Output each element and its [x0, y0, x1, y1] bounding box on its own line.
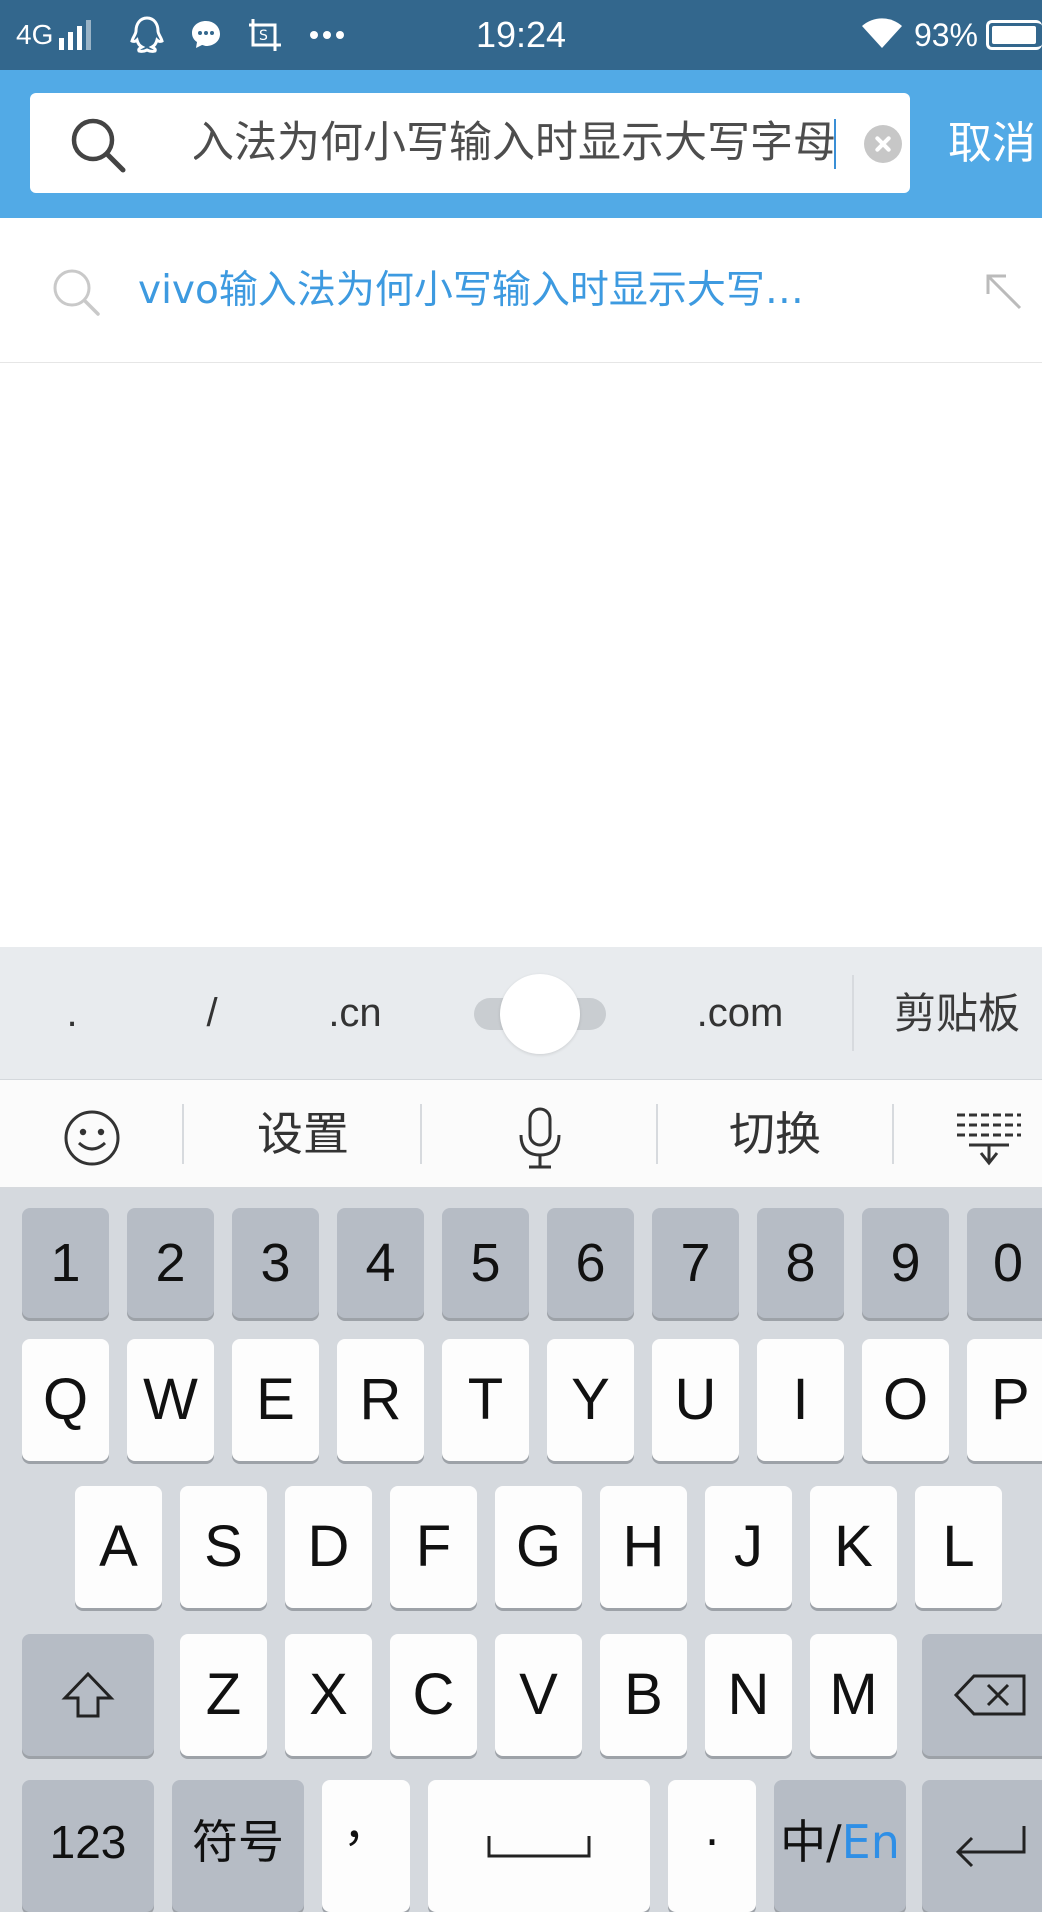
key-n[interactable]: N	[705, 1634, 792, 1756]
key-9[interactable]: 9	[862, 1208, 949, 1318]
key-i[interactable]: I	[757, 1339, 844, 1461]
search-input[interactable]: vivo输入法为何小写输入时显示大写字母	[194, 93, 836, 193]
divider	[656, 1104, 658, 1164]
quick-key-cn[interactable]: .cn	[300, 947, 410, 1080]
key-0[interactable]: 0	[967, 1208, 1042, 1318]
dot-key[interactable]: ·	[668, 1780, 756, 1912]
key-6[interactable]: 6	[547, 1208, 634, 1318]
search-header: vivo输入法为何小写输入时显示大写字母 取消	[0, 70, 1042, 218]
fill-arrow-icon[interactable]	[984, 272, 1024, 316]
key-r[interactable]: R	[337, 1339, 424, 1461]
settings-button[interactable]: 设置	[228, 1080, 378, 1188]
divider	[182, 1104, 184, 1164]
key-7[interactable]: 7	[652, 1208, 739, 1318]
shift-key[interactable]	[22, 1634, 154, 1756]
emoji-button[interactable]	[40, 1080, 144, 1188]
key-3[interactable]: 3	[232, 1208, 319, 1318]
key-z[interactable]: Z	[180, 1634, 267, 1756]
key-p[interactable]: P	[967, 1339, 1042, 1461]
cancel-button[interactable]: 取消	[948, 70, 1042, 218]
key-o[interactable]: O	[862, 1339, 949, 1461]
voice-input-button[interactable]	[500, 1080, 580, 1188]
text-cursor	[834, 119, 836, 169]
switch-keyboard-button[interactable]: 切换	[700, 1080, 850, 1188]
key-w[interactable]: W	[127, 1339, 214, 1461]
hide-keyboard-icon[interactable]	[950, 1080, 1028, 1188]
key-a[interactable]: A	[75, 1486, 162, 1608]
key-y[interactable]: Y	[547, 1339, 634, 1461]
space-key[interactable]	[428, 1780, 650, 1912]
key-m[interactable]: M	[810, 1634, 897, 1756]
battery-percent: 93%	[913, 16, 978, 53]
quick-key-dot[interactable]: .	[40, 947, 104, 1080]
key-x[interactable]: X	[285, 1634, 372, 1756]
key-5[interactable]: 5	[442, 1208, 529, 1318]
key-q[interactable]: Q	[22, 1339, 109, 1461]
key-2[interactable]: 2	[127, 1208, 214, 1318]
key-g[interactable]: G	[495, 1486, 582, 1608]
quick-key-com[interactable]: .com	[680, 947, 800, 1080]
key-c[interactable]: C	[390, 1634, 477, 1756]
key-1[interactable]: 1	[22, 1208, 109, 1318]
keyboard-function-bar: 设置 切换	[0, 1080, 1042, 1188]
backspace-key[interactable]	[922, 1634, 1042, 1756]
key-d[interactable]: D	[285, 1486, 372, 1608]
clipboard-button[interactable]: 剪贴板	[894, 947, 1042, 1080]
key-s[interactable]: S	[180, 1486, 267, 1608]
battery-icon	[986, 20, 1042, 50]
key-t[interactable]: T	[442, 1339, 529, 1461]
status-bar: 4G S 19:24 93%	[0, 0, 1042, 70]
search-box[interactable]: vivo输入法为何小写输入时显示大写字母	[30, 93, 910, 193]
search-icon	[50, 266, 102, 322]
clear-icon[interactable]	[864, 125, 902, 163]
suggestion-text: vivo输入法为何小写输入时显示大写…	[138, 268, 804, 313]
cursor-slider-handle[interactable]	[500, 974, 580, 1054]
symbols-key[interactable]: 符号	[172, 1780, 304, 1912]
key-u[interactable]: U	[652, 1339, 739, 1461]
language-switch-key[interactable]: 中/En	[774, 1780, 906, 1912]
key-k[interactable]: K	[810, 1486, 897, 1608]
key-4[interactable]: 4	[337, 1208, 424, 1318]
numbers-key[interactable]: 123	[22, 1780, 154, 1912]
key-e[interactable]: E	[232, 1339, 319, 1461]
comma-key[interactable]: ，	[322, 1780, 410, 1912]
wifi-icon	[860, 16, 904, 54]
search-icon	[68, 115, 128, 179]
suggestion-item[interactable]: vivo输入法为何小写输入时显示大写…	[0, 218, 1042, 363]
key-8[interactable]: 8	[757, 1208, 844, 1318]
keyboard: 1 2 3 4 5 6 7 8 9 0 Q W E R T Y U I O P …	[0, 1188, 1042, 1912]
divider	[852, 975, 854, 1051]
key-l[interactable]: L	[915, 1486, 1002, 1608]
key-f[interactable]: F	[390, 1486, 477, 1608]
divider	[892, 1104, 894, 1164]
key-j[interactable]: J	[705, 1486, 792, 1608]
divider	[420, 1104, 422, 1164]
key-b[interactable]: B	[600, 1634, 687, 1756]
enter-key[interactable]	[922, 1780, 1042, 1912]
key-v[interactable]: V	[495, 1634, 582, 1756]
key-h[interactable]: H	[600, 1486, 687, 1608]
quick-key-slash[interactable]: /	[180, 947, 244, 1080]
